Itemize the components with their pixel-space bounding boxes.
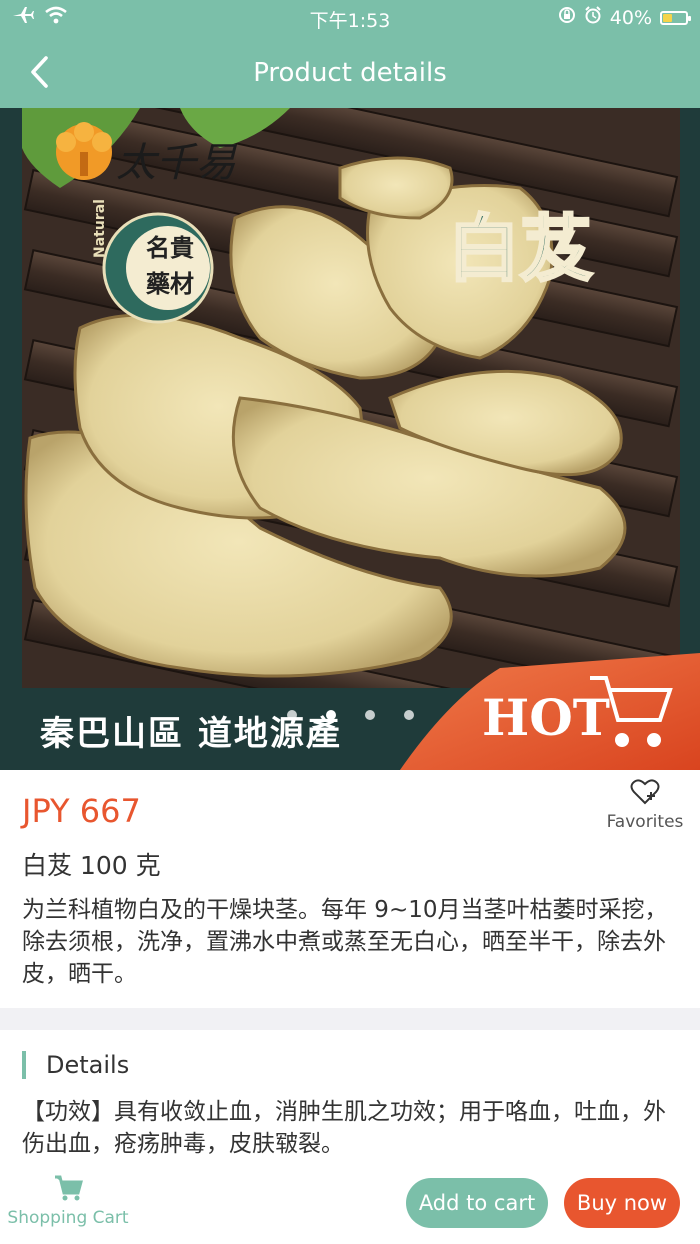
brand-logo-text: 太千易 (116, 140, 236, 186)
badge-side-text: Natural (92, 199, 108, 258)
rotation-lock-icon (558, 6, 576, 29)
favorites-button[interactable]: Favorites (604, 778, 686, 832)
banner-text: 秦巴山區 道地源產 (40, 714, 342, 754)
cart-icon (55, 1175, 83, 1201)
product-image-carousel[interactable]: 太千易 Natural 名貴 藥材 白芨 秦巴山區 道地源產 HOT (0, 108, 700, 770)
product-description: 为兰科植物白及的干燥块茎。每年 9~10月当茎叶枯萎时采挖，除去须根，洗净，置沸… (22, 897, 668, 987)
product-name: 白芨 100 克 (22, 851, 161, 880)
details-heading: Details (22, 1050, 129, 1080)
buy-now-button[interactable]: Buy now (564, 1178, 680, 1228)
battery-percent: 40% (609, 6, 652, 29)
heart-plus-icon (630, 779, 660, 805)
hot-label: HOT (482, 688, 611, 747)
details-title: Details (46, 1051, 130, 1079)
battery-level (663, 13, 672, 22)
alarm-icon (584, 6, 602, 29)
bottom-action-bar: Shopping Cart Add to cart Buy now (0, 1160, 700, 1244)
details-body: 【功效】具有收敛止血，消肿生肌之功效；用于咯血，吐血，外伤出血，疮疡肿毒，皮肤皲… (22, 1099, 666, 1157)
shopping-cart-tab[interactable]: Shopping Cart (0, 1174, 136, 1228)
add-to-cart-button[interactable]: Add to cart (406, 1178, 548, 1228)
favorites-label: Favorites (606, 812, 684, 832)
section-divider (0, 1008, 700, 1030)
badge-line-2: 藥材 (146, 270, 194, 298)
battery-icon (660, 10, 691, 25)
status-bar: 下午1:53 40% (0, 0, 700, 36)
carousel-dot[interactable] (404, 710, 414, 720)
shopping-cart-label: Shopping Cart (7, 1208, 129, 1228)
page-title: Product details (253, 58, 447, 88)
carousel-dot[interactable] (365, 710, 375, 720)
hero-product-title: 白芨 (446, 205, 593, 293)
nav-bar: Product details (0, 36, 700, 108)
product-price: JPY 667 (22, 792, 141, 830)
details-accent-bar (22, 1051, 26, 1079)
badge-line-1: 名貴 (146, 234, 194, 262)
